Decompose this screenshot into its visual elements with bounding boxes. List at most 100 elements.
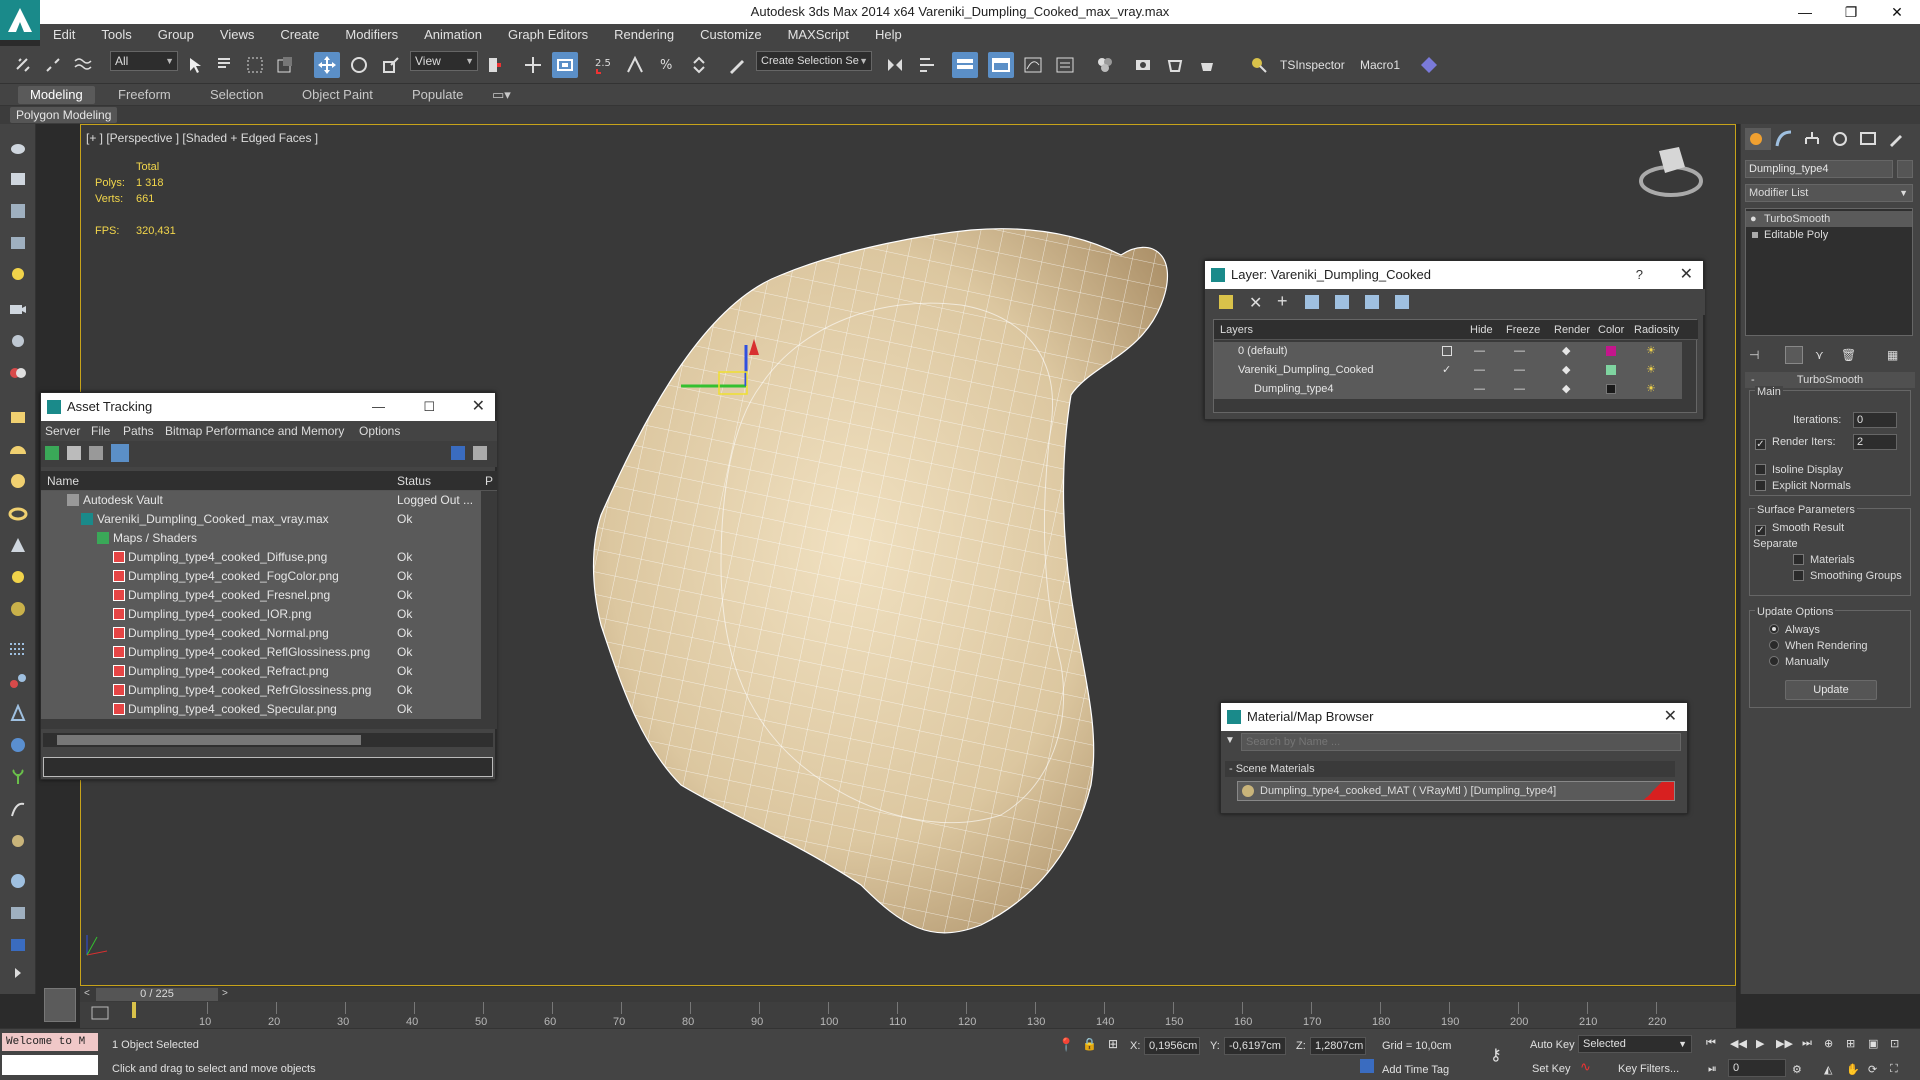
current-time-marker[interactable] [132,1002,136,1018]
tab-modeling[interactable]: Modeling [18,86,95,104]
pan-view-icon[interactable]: ✋ [1846,1063,1860,1076]
col-name[interactable]: Name [47,474,79,488]
menu-tools[interactable]: Tools [88,24,144,46]
utilities-tab-icon[interactable] [1885,128,1911,150]
time-slider-thumb[interactable]: 0 / 225 [96,988,218,1001]
scene-material-item[interactable]: Dumpling_type4_cooked_MAT ( VRayMtl ) [D… [1237,781,1675,801]
y-coordinate-field[interactable]: -0,6197cm [1224,1037,1286,1055]
current-layer-box[interactable] [1442,346,1452,356]
table-row[interactable]: Vareniki_Dumpling_Cooked_max_vray.max Ok [41,510,481,529]
time-slider[interactable]: < 0 / 225 > [80,986,1736,1002]
col-render[interactable]: Render [1554,324,1590,336]
stack-item-turbosmooth[interactable]: ● TurboSmooth [1746,211,1912,227]
tab-freeform[interactable]: Freeform [106,86,183,104]
ribbon-toggle-icon[interactable] [988,52,1014,78]
materials-checkbox[interactable] [1793,554,1804,565]
rectangular-selection-icon[interactable] [242,52,268,78]
vray-settings-icon[interactable] [6,902,30,924]
select-and-move-icon[interactable] [314,52,340,78]
sun-icon[interactable] [6,566,30,588]
isoline-display-row[interactable]: Isoline Display [1755,464,1843,476]
prev-frame-icon[interactable]: < [84,988,90,999]
viewport-label[interactable]: [+ ] [Perspective ] [Shaded + Edged Face… [86,131,318,145]
schematic-view-icon[interactable] [1052,52,1078,78]
auto-key-button[interactable]: Auto Key [1530,1039,1575,1051]
show-end-result-icon[interactable] [1785,346,1803,364]
named-selection-dropdown[interactable]: Create Selection Se ▼ [756,51,872,71]
hierarchy-tab-icon[interactable] [1801,128,1827,150]
table-row[interactable]: Dumpling_type4_cooked_Specular.png Ok [41,700,481,719]
golden-sphere-icon[interactable] [6,598,30,620]
tab-object-paint[interactable]: Object Paint [290,86,385,104]
align-icon[interactable] [914,52,940,78]
app-logo-icon[interactable] [0,0,40,40]
menu-group[interactable]: Group [145,24,207,46]
tab-populate[interactable]: Populate [400,86,475,104]
menu-bitmap-performance[interactable]: Bitmap Performance and Memory [165,424,344,438]
x-coordinate-field[interactable]: 0,1956cm [1144,1037,1200,1055]
mirror-icon[interactable] [882,52,908,78]
render-production-icon[interactable] [1194,52,1220,78]
table-row[interactable]: Dumpling_type4_cooked_FogColor.png Ok [41,567,481,586]
layer-row[interactable]: Vareniki_Dumpling_Cooked ✓ — — ◆ ☀ [1214,361,1682,380]
menu-options[interactable]: Options [359,424,400,438]
character-icon[interactable] [6,702,30,724]
highlight-layer-icon[interactable] [1335,295,1349,309]
col-status[interactable]: Status [397,474,431,488]
menu-animation[interactable]: Animation [411,24,495,46]
current-layer-check-icon[interactable]: ✓ [1442,361,1451,380]
close-icon[interactable]: ✕ [1680,261,1693,289]
key-mode-dropdown[interactable]: Selected ▼ [1578,1035,1692,1053]
smoothing-groups-checkbox[interactable] [1793,570,1804,581]
when-rendering-radio[interactable] [1769,640,1779,650]
settings-icon[interactable] [473,446,487,460]
link-icon[interactable] [10,52,36,78]
table-row[interactable]: Dumpling_type4_cooked_Fresnel.png Ok [41,586,481,605]
mini-listener-toggle[interactable] [44,988,76,1022]
close-icon[interactable]: ✕ [1664,703,1677,731]
table-row[interactable]: Dumpling_type4_cooked_Diffuse.png Ok [41,548,481,567]
menu-rendering[interactable]: Rendering [601,24,687,46]
key-filters-button[interactable]: Key Filters... [1618,1063,1679,1075]
materials-row[interactable]: Materials [1793,554,1855,566]
curve-editor-mini-icon[interactable] [90,1004,110,1022]
vray-frame-buffer-icon[interactable] [6,934,30,956]
smooth-result-row[interactable]: ✓ Smooth Result [1755,522,1844,536]
layer-row[interactable]: Dumpling_type4 — — ◆ ☀ [1214,380,1682,399]
zoom-extents-icon[interactable]: ▣ [1868,1037,1878,1050]
selection-lock-icon[interactable]: 🔒 [1082,1037,1097,1051]
add-to-layer-icon[interactable]: + [1277,291,1288,312]
render-setup-icon[interactable] [1130,52,1156,78]
next-frame-icon[interactable]: > [222,988,228,999]
layer-color-swatch[interactable] [1606,365,1616,375]
field-of-view-icon[interactable]: ◭ [1824,1063,1832,1076]
smoothing-groups-row[interactable]: Smoothing Groups [1793,570,1902,582]
light-bulb-icon[interactable]: ● [1750,211,1757,227]
list-view-icon[interactable] [67,446,81,460]
col-layers[interactable]: Layers [1220,324,1253,336]
render-iters-row[interactable]: ✓ Render Iters: [1755,436,1836,450]
new-layer-icon[interactable] [1219,295,1233,309]
explicit-normals-row[interactable]: Explicit Normals [1755,480,1851,492]
set-key-button[interactable]: Set Key [1532,1063,1571,1075]
freeze-all-icon[interactable] [1395,295,1409,309]
refresh-icon[interactable] [45,446,59,460]
when-rendering-row[interactable]: When Rendering [1769,640,1868,652]
absolute-mode-icon[interactable]: ⊞ [1108,1037,1118,1051]
menu-modifiers[interactable]: Modifiers [332,24,411,46]
bind-space-warp-icon[interactable] [70,52,96,78]
hide-toggle[interactable]: — [1474,361,1485,380]
track-bar[interactable]: 10 20 30 40 50 60 70 80 90 100 110 120 130 140 150 160 1… [80,1002,1736,1028]
menu-edit[interactable]: Edit [40,24,88,46]
pin-stack-icon[interactable]: ⊣ [1749,348,1759,362]
iterations-spinner[interactable]: 0 [1853,412,1897,428]
go-to-start-icon[interactable]: ⏮ [1706,1037,1716,1050]
helpers-icon[interactable] [6,330,30,352]
stack-item-editable-poly[interactable]: Editable Poly [1746,227,1912,243]
layer-color-swatch[interactable] [1606,384,1616,394]
help-icon[interactable] [451,446,465,460]
expand-arrow-icon[interactable] [6,962,30,984]
table-row[interactable]: Autodesk Vault Logged Out ... [41,491,481,510]
expand-icon[interactable] [1752,232,1758,238]
always-row[interactable]: Always [1769,624,1820,636]
